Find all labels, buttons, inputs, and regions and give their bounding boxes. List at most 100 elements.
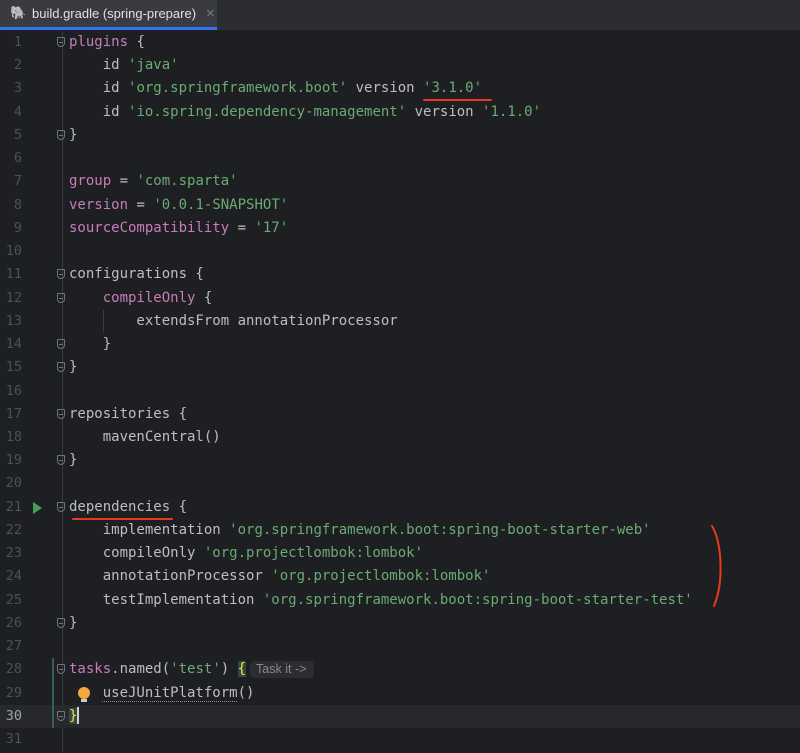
line-number[interactable]: 19: [0, 449, 22, 472]
fold-marker-icon[interactable]: [57, 292, 65, 303]
code-line[interactable]: 26}: [0, 612, 800, 635]
code-token: {: [237, 661, 247, 678]
fold-marker-icon[interactable]: [57, 37, 65, 47]
code-line[interactable]: 15}: [0, 356, 800, 379]
run-gutter-icon[interactable]: [33, 501, 42, 514]
line-number[interactable]: 24: [0, 565, 22, 588]
code-line[interactable]: 21 dependencies {: [0, 496, 800, 519]
line-number[interactable]: 10: [0, 240, 22, 263]
code-token: testImplementation: [69, 591, 263, 608]
line-number[interactable]: 25: [0, 589, 22, 612]
code-text: mavenCentral(): [69, 426, 221, 449]
code-token: group: [69, 173, 112, 190]
fold-marker-icon[interactable]: [57, 129, 65, 140]
code-line[interactable]: 30}: [0, 704, 800, 729]
line-number[interactable]: 23: [0, 542, 22, 565]
code-line[interactable]: 29 useJUnitPlatform(): [0, 682, 800, 705]
code-text: repositories {: [69, 403, 187, 426]
code-token: version: [406, 103, 483, 120]
fold-marker-icon[interactable]: [57, 455, 65, 466]
code-text: dependencies {: [69, 496, 187, 519]
code-line[interactable]: 12 compileOnly {: [0, 287, 800, 310]
line-number[interactable]: 22: [0, 519, 22, 542]
line-number[interactable]: 11: [0, 263, 22, 286]
code-token: tasks: [69, 661, 112, 678]
line-number[interactable]: 3: [0, 77, 22, 100]
code-line[interactable]: 14 }: [0, 333, 800, 356]
tab-title: build.gradle (spring-prepare): [32, 6, 197, 21]
line-number[interactable]: 28: [0, 658, 22, 681]
code-line[interactable]: 10: [0, 240, 800, 263]
line-number[interactable]: 4: [0, 101, 22, 124]
line-number[interactable]: 15: [0, 356, 22, 379]
code-line[interactable]: 7 group = 'com.sparta': [0, 170, 800, 193]
line-number[interactable]: 9: [0, 217, 22, 240]
code-token: compileOnly: [102, 289, 196, 306]
code-token: 'io.spring.dependency-management': [128, 103, 407, 120]
fold-marker-icon[interactable]: [57, 617, 65, 628]
code-line[interactable]: 17 repositories {: [0, 403, 800, 426]
code-line[interactable]: 4 id 'io.spring.dependency-management' v…: [0, 101, 800, 124]
code-line[interactable]: 16: [0, 380, 800, 403]
line-number[interactable]: 7: [0, 170, 22, 193]
line-number[interactable]: 31: [0, 728, 22, 751]
code-line[interactable]: 25 testImplementation 'org.springframewo…: [0, 589, 800, 612]
code-editor[interactable]: 1 plugins {2 id 'java' 3 id 'org.springfra…: [0, 31, 800, 751]
code-token: dependencies {: [69, 498, 188, 515]
code-line[interactable]: 2 id 'java': [0, 54, 800, 77]
close-tab-icon[interactable]: ×: [206, 5, 215, 22]
line-number[interactable]: 29: [0, 682, 22, 705]
code-line[interactable]: 20: [0, 472, 800, 495]
code-text: }: [69, 612, 77, 635]
line-number[interactable]: 16: [0, 380, 22, 403]
line-number[interactable]: 18: [0, 426, 22, 449]
tab-build-gradle[interactable]: 🐘 build.gradle (spring-prepare) ×: [0, 0, 217, 30]
code-line[interactable]: 31: [0, 728, 800, 751]
code-line[interactable]: 8 version = '0.0.1-SNAPSHOT': [0, 194, 800, 217]
code-token: annotationProcessor: [69, 568, 272, 585]
code-token: }: [69, 359, 78, 376]
line-number[interactable]: 14: [0, 333, 22, 356]
code-line[interactable]: 28 tasks.named('test') {Task it ->: [0, 658, 800, 681]
code-line[interactable]: 9 sourceCompatibility = '17': [0, 217, 800, 240]
fold-marker-icon[interactable]: [57, 408, 65, 419]
inlay-hint[interactable]: Task it ->: [250, 661, 315, 679]
line-number[interactable]: 26: [0, 612, 22, 635]
code-line[interactable]: 23 compileOnly 'org.projectlombok:lombok…: [0, 542, 800, 565]
line-number[interactable]: 2: [0, 54, 22, 77]
code-line[interactable]: 5}: [0, 124, 800, 147]
line-number[interactable]: 12: [0, 287, 22, 310]
line-number[interactable]: 27: [0, 635, 22, 658]
fold-marker-icon[interactable]: [57, 710, 65, 721]
code-line[interactable]: 3 id 'org.springframework.boot' version …: [0, 77, 800, 100]
line-number[interactable]: 30: [0, 705, 22, 728]
code-text: }: [69, 124, 77, 147]
code-line[interactable]: 6: [0, 147, 800, 170]
fold-marker-icon[interactable]: [57, 501, 65, 512]
line-number[interactable]: 5: [0, 124, 22, 147]
code-line[interactable]: 18 mavenCentral(): [0, 426, 800, 449]
line-number[interactable]: 20: [0, 472, 22, 495]
code-token: plugins: [69, 34, 129, 50]
line-number[interactable]: 17: [0, 403, 22, 426]
line-number[interactable]: 1: [0, 31, 22, 54]
line-number[interactable]: 8: [0, 194, 22, 217]
code-token: }: [69, 452, 78, 469]
fold-marker-icon[interactable]: [57, 269, 65, 280]
line-number[interactable]: 21: [0, 496, 22, 519]
code-line[interactable]: 19}: [0, 449, 800, 472]
code-line[interactable]: 22 implementation 'org.springframework.b…: [0, 519, 800, 542]
fold-marker-icon[interactable]: [57, 339, 65, 350]
code-line[interactable]: 24 annotationProcessor 'org.projectlombo…: [0, 565, 800, 588]
editor-tab-bar: 🐘 build.gradle (spring-prepare) ×: [0, 0, 800, 31]
code-line[interactable]: 13 extendsFrom annotationProcessor: [0, 310, 800, 333]
code-text: compileOnly 'org.projectlombok:lombok': [69, 542, 423, 565]
fold-marker-icon[interactable]: [57, 362, 65, 373]
line-number[interactable]: 6: [0, 147, 22, 170]
fold-marker-icon[interactable]: [57, 664, 65, 675]
line-number[interactable]: 13: [0, 310, 22, 333]
code-line[interactable]: 11 configurations {: [0, 263, 800, 286]
code-line[interactable]: 1 plugins {: [0, 31, 800, 54]
code-line[interactable]: 27: [0, 635, 800, 658]
